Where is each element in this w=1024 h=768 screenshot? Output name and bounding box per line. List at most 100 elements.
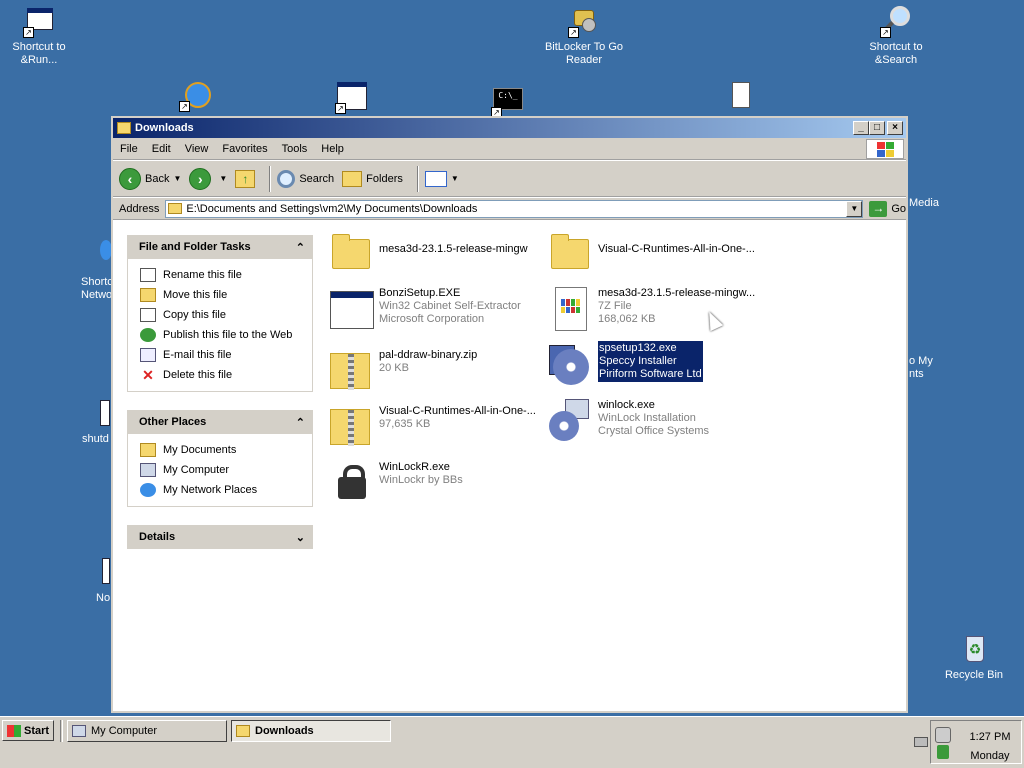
file-item[interactable]: Visual-C-Runtimes-All-in-One-... (545, 229, 765, 277)
start-button[interactable]: Start (2, 720, 54, 741)
taskbar-button-downloads[interactable]: Downloads (231, 720, 391, 742)
desktop-icon-recycle-bin[interactable]: ♻ Recycle Bin (934, 634, 1014, 682)
application-icon (326, 285, 374, 333)
task-label: E-mail this file (163, 349, 232, 361)
task-delete[interactable]: ✕ Delete this file (140, 365, 302, 385)
recycle-bin-icon: ♻ (958, 634, 990, 666)
desktop-icon-ie[interactable]: ↗ (155, 80, 235, 115)
task-copy[interactable]: Copy this file (140, 305, 302, 325)
security-icon[interactable] (937, 745, 949, 759)
file-item-selected[interactable]: spsetup132.exe Speccy Installer Piriform… (545, 341, 765, 389)
collapse-icon[interactable]: ⌃ (296, 416, 305, 429)
menu-view[interactable]: View (178, 143, 216, 155)
desktop-icon-notepad[interactable] (700, 80, 780, 115)
partial-label: shutd (82, 433, 109, 445)
task-rename[interactable]: Rename this file (140, 265, 302, 285)
views-icon (424, 170, 447, 187)
title-bar[interactable]: Downloads _ □ × (113, 118, 906, 138)
desktop-icon-search[interactable]: ↗ Shortcut to &Search (856, 6, 936, 67)
other-places-header[interactable]: Other Places ⌃ (127, 410, 313, 434)
clock[interactable]: 1:27 PM Monday (965, 728, 1015, 766)
maximize-button[interactable]: □ (869, 121, 885, 135)
place-my-documents[interactable]: My Documents (140, 440, 302, 460)
task-move[interactable]: Move this file (140, 285, 302, 305)
file-name: mesa3d-23.1.5-release-mingw... (598, 287, 756, 299)
network-status-icon[interactable] (935, 727, 951, 743)
move-icon (140, 288, 156, 302)
my-computer-icon (72, 725, 86, 737)
menu-help[interactable]: Help (314, 143, 351, 155)
taskbar-button-my-computer[interactable]: My Computer (67, 720, 227, 742)
views-button[interactable]: ▼ (424, 170, 459, 187)
network-places-icon (140, 483, 156, 497)
task-label: Delete this file (163, 369, 233, 381)
back-arrow-icon: ‹ (119, 167, 141, 190)
address-input[interactable]: E:\Documents and Settings\vm2\My Documen… (165, 199, 864, 218)
globe-icon (140, 328, 156, 342)
desktop-icon-bitlocker[interactable]: ↗ BitLocker To Go Reader (544, 6, 624, 67)
file-item[interactable]: mesa3d-23.1.5-release-mingw (326, 229, 546, 277)
go-label: Go (891, 202, 906, 215)
place-label: My Network Places (163, 484, 258, 496)
folders-icon (342, 170, 363, 187)
partial-label: o My (909, 355, 933, 367)
taskbar-separator (60, 720, 63, 742)
expand-icon[interactable]: ⌄ (296, 531, 305, 544)
file-item[interactable]: pal-ddraw-binary.zip 20 KB (326, 347, 546, 395)
back-button[interactable]: ‹ Back ▼ (119, 167, 181, 190)
place-my-computer[interactable]: My Computer (140, 460, 302, 480)
task-email[interactable]: E-mail this file (140, 345, 302, 365)
file-name: Visual-C-Runtimes-All-in-One-... (598, 243, 755, 255)
search-label: Search (299, 172, 335, 185)
file-company: Crystal Office Systems (598, 425, 710, 437)
run-icon: ↗ (23, 6, 55, 38)
details-header[interactable]: Details ⌄ (127, 525, 313, 549)
chevron-down-icon[interactable]: ▼ (451, 174, 459, 183)
search-button[interactable]: Search (277, 169, 335, 188)
address-label: Address (119, 202, 160, 215)
folders-button[interactable]: Folders (342, 170, 403, 187)
chevron-down-icon[interactable]: ▼ (173, 174, 181, 183)
clock-time: 1:27 PM (969, 731, 1011, 743)
file-item[interactable]: Visual-C-Runtimes-All-in-One-... 97,635 … (326, 403, 546, 451)
partial-notepad-icon (102, 558, 110, 584)
file-item[interactable]: WinLockR.exe WinLockr by BBs (326, 459, 546, 507)
up-folder-button[interactable]: ↑ (235, 169, 256, 188)
file-item[interactable]: BonziSetup.EXE Win32 Cabinet Self-Extrac… (326, 285, 546, 333)
keyboard-icon[interactable] (914, 737, 928, 747)
installer-icon (545, 341, 593, 389)
close-button[interactable]: × (887, 121, 903, 135)
file-item[interactable]: winlock.exe WinLock Installation Crystal… (545, 397, 765, 445)
desktop-icon-window[interactable]: ↗ (311, 82, 391, 117)
desktop-icon-label: Shortcut to &Search (869, 41, 923, 66)
chevron-down-icon[interactable]: ▼ (219, 174, 227, 183)
collapse-icon[interactable]: ⌃ (296, 241, 305, 254)
windows-logo-icon (866, 139, 904, 159)
shortcut-arrow-icon: ↗ (23, 27, 34, 38)
installer-cd-icon (545, 397, 593, 445)
file-folder-tasks-header[interactable]: File and Folder Tasks ⌃ (127, 235, 313, 259)
menu-edit[interactable]: Edit (145, 143, 178, 155)
search-icon: ↗ (880, 6, 912, 38)
menu-file[interactable]: File (113, 143, 145, 155)
shortcut-arrow-icon: ↗ (568, 27, 579, 38)
application-window-icon: ↗ (335, 82, 367, 114)
place-label: My Computer (163, 464, 230, 476)
address-dropdown-button[interactable]: ▼ (846, 200, 863, 217)
minimize-button[interactable]: _ (853, 121, 869, 135)
task-label: Copy this file (163, 309, 226, 321)
desktop-icon-run[interactable]: ↗ Shortcut to &Run... (0, 6, 79, 67)
folder-icon (117, 122, 131, 134)
menu-favorites[interactable]: Favorites (215, 143, 274, 155)
section-title: File and Folder Tasks (139, 241, 251, 253)
place-my-network-places[interactable]: My Network Places (140, 480, 302, 500)
file-company: Microsoft Corporation (379, 313, 485, 325)
task-label: Rename this file (163, 269, 242, 281)
folder-icon (236, 725, 250, 737)
file-description: WinLockr by BBs (379, 474, 463, 486)
file-item[interactable]: mesa3d-23.1.5-release-mingw... 7Z File 1… (545, 285, 765, 333)
task-publish[interactable]: Publish this file to the Web (140, 325, 302, 345)
forward-button[interactable]: › ▼ (189, 167, 227, 190)
menu-tools[interactable]: Tools (275, 143, 315, 155)
go-button[interactable]: → Go (869, 200, 906, 217)
